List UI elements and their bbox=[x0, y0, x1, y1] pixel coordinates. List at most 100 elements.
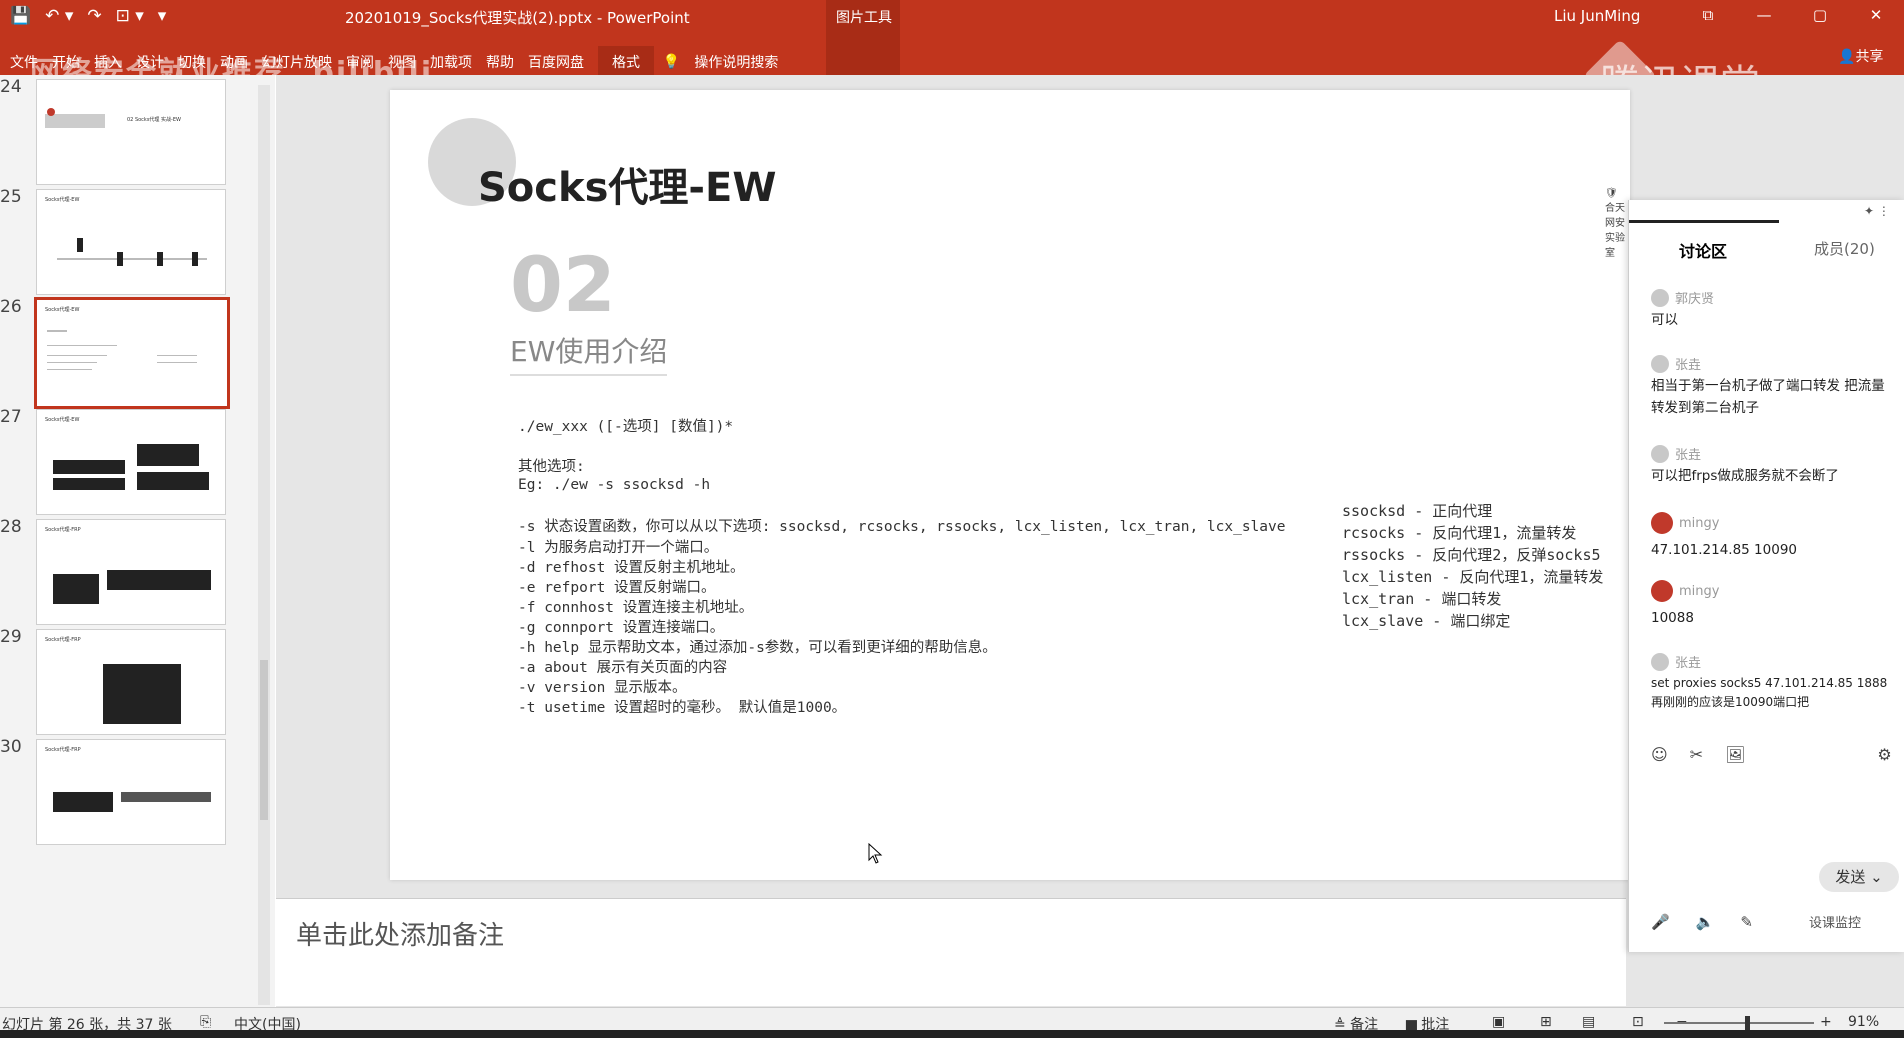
undo-icon[interactable]: ↶ ▾ bbox=[45, 6, 73, 26]
slide-logo-text: 合天网安实验室 bbox=[1605, 203, 1625, 259]
avatar bbox=[1651, 288, 1669, 307]
tab-baidu[interactable]: 百度网盘 bbox=[528, 52, 598, 72]
chat-message: 相当于第一台机子做了端口转发 把流量转发到第二台机子 bbox=[1651, 378, 1885, 416]
chat-message: 可以把frps做成服务就不会断了 bbox=[1651, 468, 1839, 484]
slideshow-view-icon[interactable]: ⊡ bbox=[1632, 1014, 1644, 1030]
settings-icon[interactable]: ⚙ bbox=[1877, 745, 1891, 764]
tab-members[interactable]: 成员(20) bbox=[1814, 238, 1875, 259]
share-button[interactable]: 👤共享 bbox=[1838, 46, 1883, 66]
redo-icon[interactable]: ↷ bbox=[87, 6, 101, 26]
pen-icon[interactable]: ✎ bbox=[1740, 913, 1753, 931]
chat-user: 张垚 bbox=[1651, 354, 1701, 373]
zoom-slider-knob[interactable] bbox=[1745, 1016, 1750, 1030]
slide-canvas[interactable]: Socks代理-EW 🛡 合天网安实验室 02 EW使用介绍 ./ew_xxx … bbox=[390, 90, 1630, 880]
emoji-icon[interactable]: ☺ bbox=[1651, 745, 1668, 764]
tab-help[interactable]: 帮助 bbox=[486, 52, 528, 72]
chat-username: mingy bbox=[1679, 583, 1720, 599]
picture-tools-label: 图片工具 bbox=[836, 10, 892, 26]
slide-title[interactable]: Socks代理-EW bbox=[478, 155, 776, 213]
lightbulb-icon: 💡 bbox=[654, 54, 681, 70]
avatar bbox=[1651, 580, 1673, 602]
code-line: -f connhost 设置连接主机地址。 bbox=[518, 600, 754, 616]
send-button[interactable]: 发送 ⌄ bbox=[1819, 862, 1899, 892]
thumbnail-row[interactable]: 29 Socks代理-FRP bbox=[0, 627, 260, 737]
chat-user: 张垚 bbox=[1651, 652, 1701, 671]
spellcheck-icon[interactable]: ⎘ bbox=[200, 1014, 211, 1030]
slide-thumbnail[interactable]: Socks代理-EW bbox=[36, 189, 226, 295]
user-name[interactable]: Liu JunMing bbox=[1554, 7, 1640, 25]
close-icon[interactable]: ✕ bbox=[1848, 0, 1904, 30]
slide-thumbnail[interactable]: Socks代理-FRP bbox=[36, 519, 226, 625]
tab-discussion[interactable]: 讨论区 bbox=[1679, 238, 1727, 262]
notes-placeholder[interactable]: 单击此处添加备注 bbox=[296, 915, 504, 952]
mode-line: ssocksd - 正向代理 bbox=[1342, 502, 1493, 520]
person-icon: 👤 bbox=[1838, 49, 1856, 65]
zoom-slider[interactable] bbox=[1664, 1022, 1814, 1024]
chat-message: 47.101.214.85 10090 bbox=[1651, 542, 1798, 558]
slide-thumbnail[interactable]: 02 Socks代理 实战-EW bbox=[36, 79, 226, 185]
thumbnail-row[interactable]: 24 02 Socks代理 实战-EW bbox=[0, 77, 260, 187]
slide-thumbnail[interactable]: Socks代理-EW bbox=[36, 409, 226, 515]
thumbnail-title: Socks代理-EW bbox=[45, 417, 80, 423]
thumbnail-row[interactable]: 30 Socks代理-FRP bbox=[0, 737, 260, 847]
chat-username: 张垚 bbox=[1675, 656, 1702, 671]
minimize-icon[interactable]: — bbox=[1736, 0, 1792, 30]
chat-user: mingy bbox=[1651, 580, 1719, 602]
tell-me-search[interactable]: 操作说明搜索 bbox=[694, 52, 792, 72]
thumbnail-row[interactable]: 27 Socks代理-EW bbox=[0, 407, 260, 517]
shield-icon: 🛡 bbox=[1605, 188, 1618, 199]
maximize-icon[interactable]: ▢ bbox=[1792, 0, 1848, 30]
bottom-edge bbox=[0, 1030, 1904, 1038]
slide-thumbnail[interactable]: Socks代理-FRP bbox=[36, 739, 226, 845]
chat-user: 郭庆贤 bbox=[1651, 288, 1714, 307]
chat-toolbar: ☺ ✂ 🖼 ⚙ bbox=[1651, 745, 1892, 764]
chat-user: mingy bbox=[1651, 512, 1719, 534]
tab-format[interactable]: 格式 bbox=[598, 46, 654, 78]
scissors-icon[interactable]: ✂ bbox=[1690, 745, 1703, 764]
slide-thumbnail[interactable]: Socks代理-FRP bbox=[36, 629, 226, 735]
thumbnail-row[interactable]: 26 Socks代理-EW bbox=[0, 297, 260, 409]
ribbon-display-icon[interactable]: ⧉ bbox=[1680, 0, 1736, 30]
normal-view-icon[interactable]: ▣ bbox=[1492, 1014, 1505, 1030]
scroll-thumb[interactable] bbox=[260, 660, 268, 820]
code-line: -l 为服务启动打开一个端口。 bbox=[518, 540, 719, 556]
zoom-level[interactable]: 91% bbox=[1848, 1014, 1879, 1030]
mouse-cursor-icon bbox=[868, 843, 883, 864]
thumbnail-title: Socks代理-FRP bbox=[45, 637, 81, 643]
code-line: Eg: ./ew -s ssocksd -h bbox=[518, 477, 711, 493]
thumbnail-scrollbar[interactable] bbox=[258, 85, 270, 1005]
code-line: -h help 显示帮助文本，通过添加-s参数，可以看到更详细的帮助信息。 bbox=[518, 640, 997, 656]
speaker-icon[interactable]: 🔈 bbox=[1696, 913, 1715, 931]
code-line: -s 状态设置函数，你可以从以下选项: ssocksd, rcsocks, rs… bbox=[518, 519, 1286, 535]
monitor-label[interactable]: 设课监控 bbox=[1809, 912, 1861, 931]
mode-line: lcx_tran - 端口转发 bbox=[1342, 590, 1502, 608]
slide-thumbnail-selected[interactable]: Socks代理-EW bbox=[34, 297, 230, 409]
image-icon[interactable]: 🖼 bbox=[1725, 745, 1745, 764]
thumbnail-title: Socks代理-EW bbox=[45, 307, 80, 313]
tab-addins[interactable]: 加载项 bbox=[430, 52, 486, 72]
quick-access-toolbar: 💾 ↶ ▾ ↷ ⊡ ▾ ▾ bbox=[10, 6, 166, 26]
mode-line: rssocks - 反向代理2，反弹socks5 bbox=[1342, 546, 1601, 564]
customize-qat-icon[interactable]: ▾ bbox=[158, 6, 167, 26]
thumbnail-row[interactable]: 25 Socks代理-EW bbox=[0, 187, 260, 297]
thumbnail-title: Socks代理-FRP bbox=[45, 747, 81, 753]
avatar bbox=[1651, 444, 1669, 463]
notes-pane[interactable]: 单击此处添加备注 bbox=[276, 898, 1626, 1006]
chat-user: 张垚 bbox=[1651, 444, 1701, 463]
code-line: -e refport 设置反射端口。 bbox=[518, 580, 716, 596]
microphone-icon[interactable]: 🎤 bbox=[1651, 913, 1670, 931]
code-line: -a about 展示有关页面的内容 bbox=[518, 660, 728, 676]
avatar bbox=[1651, 652, 1669, 671]
section-subtitle: EW使用介绍 bbox=[510, 330, 668, 376]
title-bar: 💾 ↶ ▾ ↷ ⊡ ▾ ▾ 20201019_Socks代理实战(2).pptx… bbox=[0, 0, 1904, 113]
thumbnail-pane: 24 02 Socks代理 实战-EW 25 Socks代理-EW 26 Soc… bbox=[0, 75, 275, 1007]
slide-sorter-icon[interactable]: ⊞ bbox=[1540, 1014, 1552, 1030]
thumbnail-number: 29 bbox=[0, 627, 22, 647]
reading-view-icon[interactable]: ▤ bbox=[1582, 1014, 1595, 1030]
panel-menu-icons[interactable]: ✦ ⋮ bbox=[1864, 204, 1890, 218]
thumbnail-row[interactable]: 28 Socks代理-FRP bbox=[0, 517, 260, 627]
discussion-panel: ✦ ⋮ 讨论区 成员(20) 郭庆贤 可以 张垚 相当于第一台机子做了端口转发 … bbox=[1628, 200, 1904, 952]
zoom-in-icon[interactable]: + bbox=[1820, 1014, 1832, 1030]
save-icon[interactable]: 💾 bbox=[10, 6, 31, 26]
slideshow-icon[interactable]: ⊡ ▾ bbox=[116, 6, 144, 26]
